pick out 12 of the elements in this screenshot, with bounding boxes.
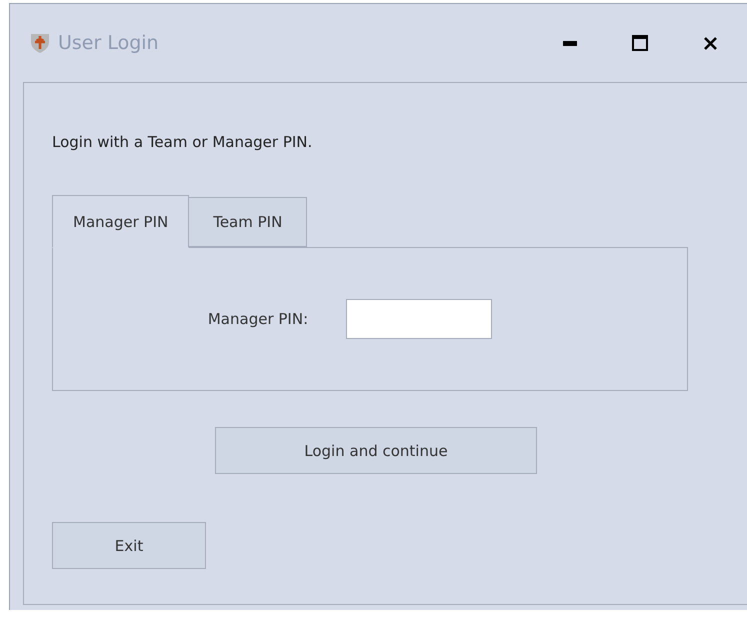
- instruction-text: Login with a Team or Manager PIN.: [52, 133, 314, 151]
- exit-button[interactable]: Exit: [52, 522, 206, 569]
- shield-icon: [30, 32, 50, 54]
- tab[interactable]: Manager PIN: [52, 195, 190, 248]
- login-button[interactable]: Login and continue: [215, 427, 537, 474]
- pin-input-field[interactable]: [346, 299, 492, 339]
- maximize-icon[interactable]: [632, 35, 648, 51]
- field-label: Manager PIN:: [208, 310, 308, 328]
- minimize-icon[interactable]: [563, 40, 577, 46]
- close-icon[interactable]: [704, 36, 716, 50]
- tab[interactable]: Team PIN: [188, 197, 308, 247]
- window-title: User Login: [58, 32, 159, 54]
